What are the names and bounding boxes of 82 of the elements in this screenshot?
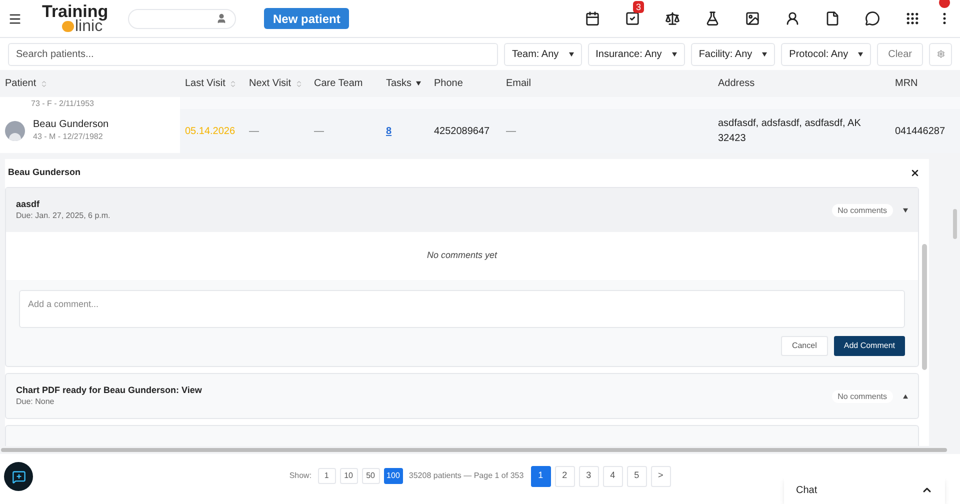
comments-badge: No comments [832, 390, 893, 402]
avatar-icon [5, 121, 25, 141]
apps-grid-icon[interactable] [904, 11, 920, 26]
logo-text: linic [75, 18, 103, 34]
comment-field[interactable]: Add a comment... [19, 290, 905, 328]
scrollbar-thumb[interactable] [922, 244, 927, 370]
close-icon[interactable] [910, 168, 920, 178]
column-header[interactable]: MRN [895, 76, 918, 91]
task-due-date: Due: Jan. 27, 2025, 6 p.m. [16, 210, 112, 222]
show-label: Show: [289, 470, 312, 482]
column-header[interactable]: Email [506, 76, 532, 91]
patient-details: 73 - F - 2/11/1953 [31, 99, 94, 109]
filter-dropdown[interactable]: Facility: Any [690, 42, 776, 66]
patient-name[interactable]: Beau Gunderson [33, 119, 109, 131]
column-header[interactable]: Patient [5, 76, 36, 91]
calendar-icon[interactable] [584, 11, 600, 26]
column-header[interactable]: Phone [434, 76, 463, 91]
page-size-button[interactable]: 10 [340, 468, 358, 484]
page-size-button[interactable]: 1 [318, 468, 336, 484]
collapse-icon[interactable] [903, 208, 908, 212]
column-header[interactable]: Address [718, 76, 755, 91]
expand-icon[interactable] [903, 394, 908, 398]
new-patient-button[interactable]: New patient [264, 8, 350, 29]
sort-descending-icon[interactable] [416, 81, 421, 86]
filter-dropdown[interactable]: Team: Any [504, 42, 582, 66]
care-team: — [314, 126, 324, 136]
horizontal-scrollbar[interactable] [1, 448, 947, 452]
panel-title: Beau Gunderson [8, 166, 81, 180]
next-visit: — [249, 126, 259, 136]
page-button[interactable]: 1 [530, 466, 551, 486]
logo-text: Training [42, 4, 110, 18]
add-comment-button[interactable]: Add Comment [834, 336, 905, 356]
comments-badge: No comments [832, 204, 893, 216]
chat-label: Chat [796, 484, 818, 498]
phone-number: 4252089647 [434, 126, 490, 136]
clear-button[interactable]: Clear [877, 42, 923, 66]
scale-icon[interactable] [664, 11, 680, 26]
page-button[interactable]: 4 [602, 466, 623, 486]
pagination-summary: 35208 patients — Page 1 of 353 [408, 470, 524, 482]
caret-icon[interactable] [762, 52, 768, 56]
task-due-date: Due: None [16, 396, 56, 408]
column-header[interactable]: Tasks [386, 76, 412, 91]
chat-plus-icon [12, 470, 26, 484]
empty-comments-text: No comments yet [426, 249, 498, 262]
settings-icon [936, 50, 944, 58]
column-header[interactable]: Care Team [314, 76, 363, 91]
menu-icon[interactable] [8, 12, 22, 26]
page-size-button[interactable]: 50 [362, 468, 380, 484]
tasks-link[interactable]: 8 [386, 126, 392, 136]
flask-icon[interactable] [704, 11, 720, 26]
document-icon[interactable] [824, 11, 840, 26]
column-header[interactable]: Next Visit [249, 76, 292, 91]
task-title[interactable]: aasdf [16, 198, 832, 210]
image-icon[interactable] [744, 11, 760, 26]
page-button[interactable]: 2 [554, 466, 575, 486]
caret-icon[interactable] [672, 52, 677, 56]
checkbox-icon[interactable] [624, 11, 640, 26]
filter-dropdown[interactable]: Insurance: Any [588, 42, 685, 66]
next-page-button[interactable]: > [650, 466, 671, 486]
task-title[interactable]: Chart PDF ready for Beau Gunderson: View [16, 384, 832, 396]
patient-search-field[interactable] [128, 8, 236, 28]
caret-icon[interactable] [568, 52, 574, 56]
page-button[interactable]: 3 [578, 466, 599, 486]
patient-details: 43 - M - 12/27/1982 [33, 131, 104, 143]
user-icon [216, 13, 227, 24]
logo-icon [62, 20, 74, 32]
caret-icon[interactable] [858, 52, 864, 56]
cancel-button[interactable]: Cancel [780, 336, 828, 356]
search-field[interactable]: Search patients... [8, 42, 498, 66]
notification-badge: 3 [633, 1, 644, 13]
filter-dropdown[interactable]: Protocol: Any [781, 42, 872, 66]
chat-widget[interactable]: Chat [784, 476, 945, 504]
email: — [506, 126, 516, 136]
page-button[interactable]: 5 [626, 466, 647, 486]
mrn: 041446287 [895, 126, 946, 136]
page-size-button[interactable]: 100 [384, 468, 403, 484]
person-icon[interactable] [784, 11, 800, 26]
scrollbar-thumb[interactable] [953, 209, 957, 239]
column-header[interactable]: Last Visit [185, 76, 226, 91]
address: asdfasdf, adsfasdf, asdfasdf, AK 32423 [718, 118, 861, 144]
chat-bubble-icon[interactable] [864, 11, 880, 26]
last-visit-date: 05.14.2026 [185, 126, 236, 136]
